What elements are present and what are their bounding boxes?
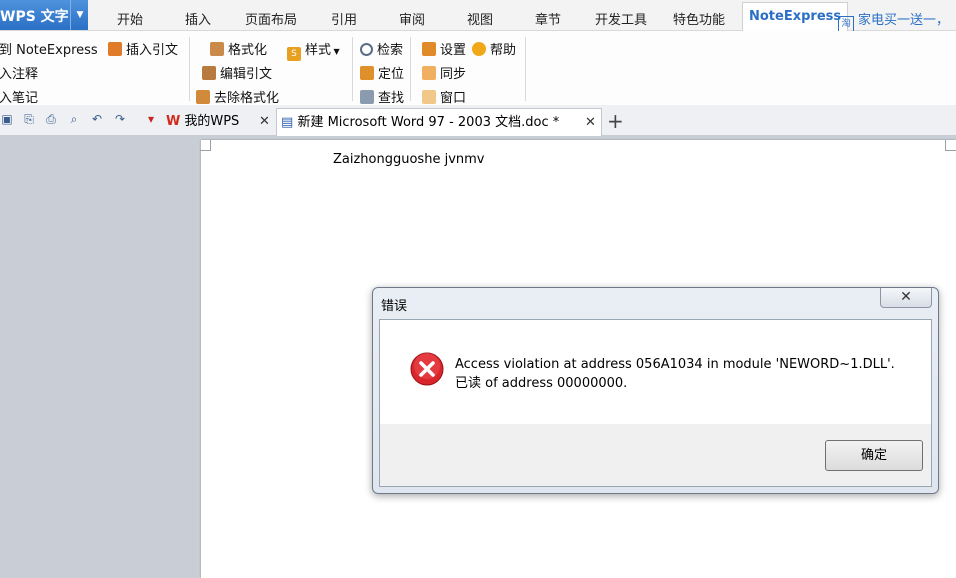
tab-developer[interactable]: 开发工具 [595, 9, 647, 28]
new-tab-button[interactable]: + [607, 108, 624, 135]
quick-access-toolbar: ▣ ⎘ ⎙ ⌕ ↶ ↷ ▾ W 我的WPS ✕ ▤ 新建 Microsoft Wo… [0, 105, 956, 136]
insert-citation-button[interactable]: 插入引文 [108, 39, 178, 58]
ribbon-panel: 转到 NoteExpress 插入注释 插入笔记 插入引文 格式化 编辑引文 去… [0, 31, 956, 106]
window-icon [422, 90, 436, 104]
gear-icon [422, 42, 436, 56]
help-label: 帮助 [490, 43, 517, 58]
app-menu-button[interactable]: WPS 文字 ▼ [0, 0, 88, 30]
export-pdf-icon[interactable]: ⎘ [22, 112, 36, 126]
chevron-down-icon: ▼ [331, 47, 340, 56]
style-dropdown[interactable]: S 样式 ▼ [287, 39, 340, 61]
wps-logo-icon: W [166, 114, 181, 129]
tab-noteexpress[interactable]: NoteExpress [742, 2, 849, 31]
ribbon-tab-bar: WPS 文字 ▼ 开始 插入 页面布局 引用 审阅 视图 章节 开发工具 特色功… [0, 0, 956, 32]
tab-home[interactable]: 开始 [117, 9, 143, 28]
tab-document-label: 新建 Microsoft Word 97 - 2003 文档.doc * [297, 115, 560, 130]
tab-document[interactable]: ▤ 新建 Microsoft Word 97 - 2003 文档.doc * ✕ [276, 108, 602, 136]
ribbon-divider [352, 37, 353, 101]
find-label: 查找 [378, 91, 405, 106]
document-icon: ▤ [281, 115, 294, 130]
format-label: 格式化 [228, 43, 268, 58]
tab-view[interactable]: 视图 [467, 9, 493, 28]
tab-insert[interactable]: 插入 [185, 9, 211, 28]
undo-icon[interactable]: ↶ [90, 112, 104, 126]
search-label: 检索 [377, 43, 404, 58]
save-icon[interactable]: ▣ [0, 112, 14, 126]
remove-format-icon [196, 90, 210, 104]
insert-memo-button[interactable]: 插入笔记 [0, 87, 38, 106]
tab-my-wps[interactable]: W 我的WPS ✕ [166, 108, 274, 135]
edit-citation-button[interactable]: 编辑引文 [202, 63, 272, 82]
dialog-message-area: Access violation at address 056A1034 in … [380, 320, 931, 424]
goto-noteexpress-button[interactable]: 转到 NoteExpress [0, 39, 98, 58]
help-button[interactable]: 帮助 [472, 39, 516, 58]
tab-chapter[interactable]: 章节 [535, 9, 561, 28]
window-button[interactable]: 窗口 [422, 87, 466, 106]
remove-format-button[interactable]: 去除格式化 [196, 87, 279, 106]
dialog-message: Access violation at address 056A1034 in … [455, 357, 895, 391]
promo-icon: 淘 [838, 16, 854, 32]
ribbon-divider [410, 37, 411, 101]
insert-note-button[interactable]: 插入注释 [0, 63, 38, 82]
margin-corner-marker [945, 140, 956, 151]
error-dialog: 错误 ✕ Access violation at address 056A103… [372, 287, 939, 494]
tab-my-wps-label: 我的WPS [184, 114, 240, 129]
margin-corner-marker [200, 140, 211, 151]
tab-features[interactable]: 特色功能 [673, 9, 725, 28]
insert-citation-icon [108, 42, 122, 56]
sync-icon [422, 66, 436, 80]
settings-label: 设置 [440, 43, 467, 58]
edit-citation-icon [202, 66, 216, 80]
format-icon [210, 42, 224, 56]
tab-references[interactable]: 引用 [331, 9, 357, 28]
find-icon [360, 90, 374, 104]
sync-button[interactable]: 同步 [422, 63, 466, 82]
chevron-down-icon[interactable]: ▼ [70, 0, 89, 30]
tab-review[interactable]: 审阅 [399, 9, 425, 28]
ribbon-divider [189, 37, 190, 101]
edit-citation-label: 编辑引文 [220, 67, 273, 82]
locate-button[interactable]: 定位 [360, 63, 404, 82]
ok-button[interactable]: 确定 [825, 440, 923, 471]
ribbon-divider [525, 37, 526, 101]
style-label: 样式 [305, 43, 332, 58]
settings-button[interactable]: 设置 [422, 39, 466, 58]
print-icon[interactable]: ⎙ [44, 112, 58, 126]
print-preview-icon[interactable]: ⌕ [67, 112, 81, 126]
window-label: 窗口 [440, 91, 467, 106]
sync-label: 同步 [440, 67, 467, 82]
help-icon [472, 42, 486, 56]
redo-icon[interactable]: ↷ [113, 112, 127, 126]
promo-text: 家电买一送一， [858, 13, 950, 28]
close-icon[interactable]: ✕ [259, 108, 270, 135]
locate-label: 定位 [378, 67, 405, 82]
style-icon: S [287, 47, 301, 61]
dialog-title: 错误 [381, 299, 408, 314]
promo-link[interactable]: 淘家电买一送一， [838, 9, 949, 32]
customize-toolbar-icon[interactable]: ▾ [144, 112, 158, 126]
close-icon: ✕ [900, 289, 912, 305]
format-button[interactable]: 格式化 [210, 39, 267, 58]
error-icon [410, 352, 444, 386]
tab-page-layout[interactable]: 页面布局 [245, 9, 297, 28]
document-text[interactable]: Zaizhongguoshe jvnmv [333, 152, 484, 167]
insert-citation-label: 插入引文 [126, 43, 179, 58]
close-icon[interactable]: ✕ [585, 109, 596, 136]
locate-icon [360, 66, 374, 80]
search-button[interactable]: 检索 [360, 39, 403, 58]
find-button[interactable]: 查找 [360, 87, 404, 106]
dialog-body: Access violation at address 056A1034 in … [379, 319, 932, 487]
search-icon [360, 43, 373, 56]
app-name: WPS 文字 [0, 9, 69, 25]
remove-format-label: 去除格式化 [214, 91, 280, 106]
dialog-close-button[interactable]: ✕ [880, 288, 932, 308]
